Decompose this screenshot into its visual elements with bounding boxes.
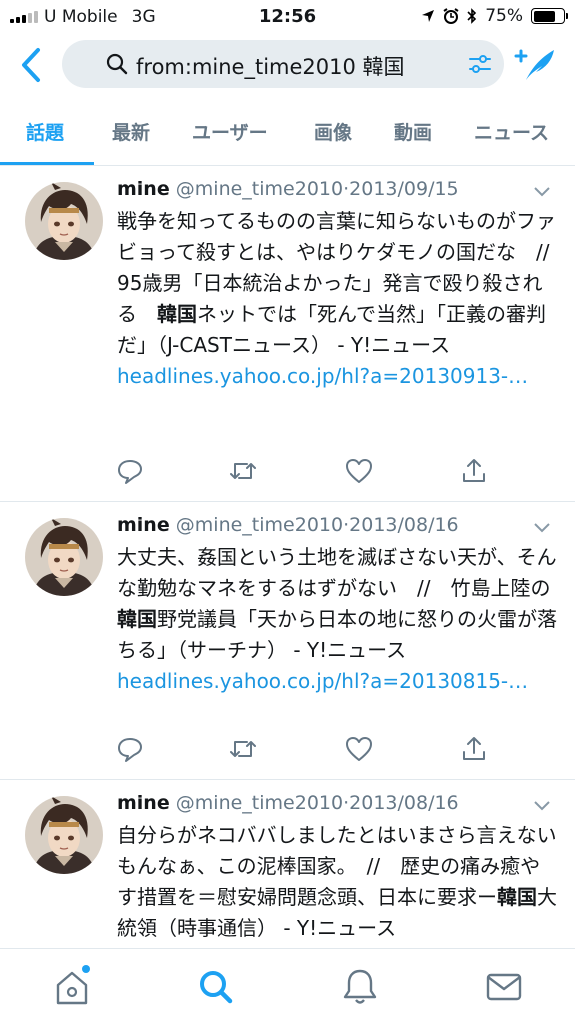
tweet-actions — [117, 458, 537, 488]
location-icon — [422, 10, 435, 22]
tab-news[interactable]: ニュース — [474, 118, 549, 145]
search-icon — [106, 53, 128, 75]
home-new-dot — [82, 965, 90, 973]
retweet-icon[interactable] — [229, 458, 257, 484]
highlighted-keyword: 韓国 — [117, 607, 157, 631]
user-name[interactable]: mine — [117, 178, 170, 200]
compose-tweet-icon[interactable] — [512, 44, 556, 84]
highlighted-keyword: 韓国 — [157, 302, 197, 326]
tweet-header: mine @mine_time2010·2013/09/15 — [117, 178, 459, 200]
tweet-text: 大丈夫、姦国という土地を滅ぼさない天が、そんな勤勉なマネをするはずがない // … — [117, 542, 557, 697]
status-bar: U Mobile 3G 12:56 75% — [0, 0, 575, 34]
search-icon[interactable] — [194, 967, 238, 1007]
tweet-text-part: 野党議員「天から日本の地に怒りの火雷が落ちる」（サーチナ） - Y!ニュース — [117, 607, 557, 662]
like-icon[interactable] — [345, 458, 373, 484]
retweet-icon[interactable] — [229, 736, 257, 762]
tweet-actions — [117, 736, 537, 766]
tweet-card[interactable]: mine @mine_time2010·2013/08/16 自分らがネコババし… — [0, 780, 575, 948]
active-tab-indicator — [0, 162, 94, 165]
tweet-text: 戦争を知ってるものの言葉に知らないものがファビョって殺すとは、やはりケダモノの国… — [117, 206, 569, 392]
search-tabs: 話題 最新 ユーザー 画像 動画 ニュース — [0, 98, 575, 166]
tweet-text-part: 大丈夫、姦国という土地を滅ぼさない天が、そんな勤勉なマネをするはずがない // … — [117, 545, 557, 600]
user-handle: @mine_time2010 — [175, 178, 344, 200]
tweet-header: mine @mine_time2010·2013/08/16 — [117, 792, 459, 814]
bottom-nav — [0, 948, 575, 1024]
like-icon[interactable] — [345, 736, 373, 762]
chevron-down-icon[interactable] — [532, 520, 552, 534]
highlighted-keyword: 韓国 — [497, 885, 537, 909]
reply-icon[interactable] — [117, 736, 143, 762]
tweet-link[interactable]: headlines.yahoo.co.jp/hl?a=20130815-… — [117, 669, 528, 693]
tab-photos[interactable]: 画像 — [314, 118, 352, 145]
chevron-down-icon[interactable] — [532, 184, 552, 198]
tweet-card[interactable]: mine @mine_time2010·2013/09/15 戦争を知ってるもの… — [0, 166, 575, 502]
status-right: 75% — [421, 6, 568, 26]
home-icon[interactable] — [50, 967, 94, 1007]
tab-latest[interactable]: 最新 — [112, 118, 150, 145]
reply-icon[interactable] — [117, 458, 143, 484]
tweet-header: mine @mine_time2010·2013/08/16 — [117, 514, 459, 536]
tweet-link[interactable]: headlines.yahoo.co.jp/hl?a=20130913-… — [117, 364, 528, 388]
notifications-icon[interactable] — [338, 967, 382, 1007]
avatar[interactable] — [25, 518, 103, 596]
tab-videos[interactable]: 動画 — [394, 118, 432, 145]
tweet-date: 2013/09/15 — [349, 178, 459, 200]
search-input[interactable]: from:mine_time2010 韓国 — [62, 40, 504, 88]
filter-icon[interactable] — [468, 53, 492, 75]
tweet-card[interactable]: mine @mine_time2010·2013/08/16 大丈夫、姦国という… — [0, 502, 575, 780]
battery-percent: 75% — [485, 6, 523, 26]
share-icon[interactable] — [461, 736, 487, 762]
messages-icon[interactable] — [482, 967, 526, 1007]
avatar[interactable] — [25, 796, 103, 874]
tab-top[interactable]: 話題 — [26, 118, 64, 145]
user-handle: @mine_time2010 — [175, 514, 344, 536]
tab-users[interactable]: ユーザー — [192, 118, 268, 145]
back-chevron-icon[interactable] — [14, 46, 48, 84]
user-handle: @mine_time2010 — [175, 792, 344, 814]
bluetooth-icon — [467, 8, 477, 24]
chevron-down-icon[interactable] — [532, 798, 552, 812]
user-name[interactable]: mine — [117, 792, 170, 814]
tweet-date: 2013/08/16 — [349, 792, 459, 814]
search-header: from:mine_time2010 韓国 — [0, 34, 575, 96]
tweet-text-part: 自分らがネコババしましたとはいまさら言えないもんなぁ、この泥棒国家。 // 歴史… — [117, 823, 557, 909]
battery-fill — [533, 10, 556, 22]
battery-icon — [531, 8, 568, 24]
tweet-date: 2013/08/16 — [349, 514, 459, 536]
avatar[interactable] — [25, 182, 103, 260]
search-query: from:mine_time2010 韓国 — [136, 55, 405, 79]
alarm-icon — [443, 8, 459, 24]
tweet-text: 自分らがネコババしましたとはいまさら言えないもんなぁ、この泥棒国家。 // 歴史… — [117, 820, 557, 944]
share-icon[interactable] — [461, 458, 487, 484]
user-name[interactable]: mine — [117, 514, 170, 536]
